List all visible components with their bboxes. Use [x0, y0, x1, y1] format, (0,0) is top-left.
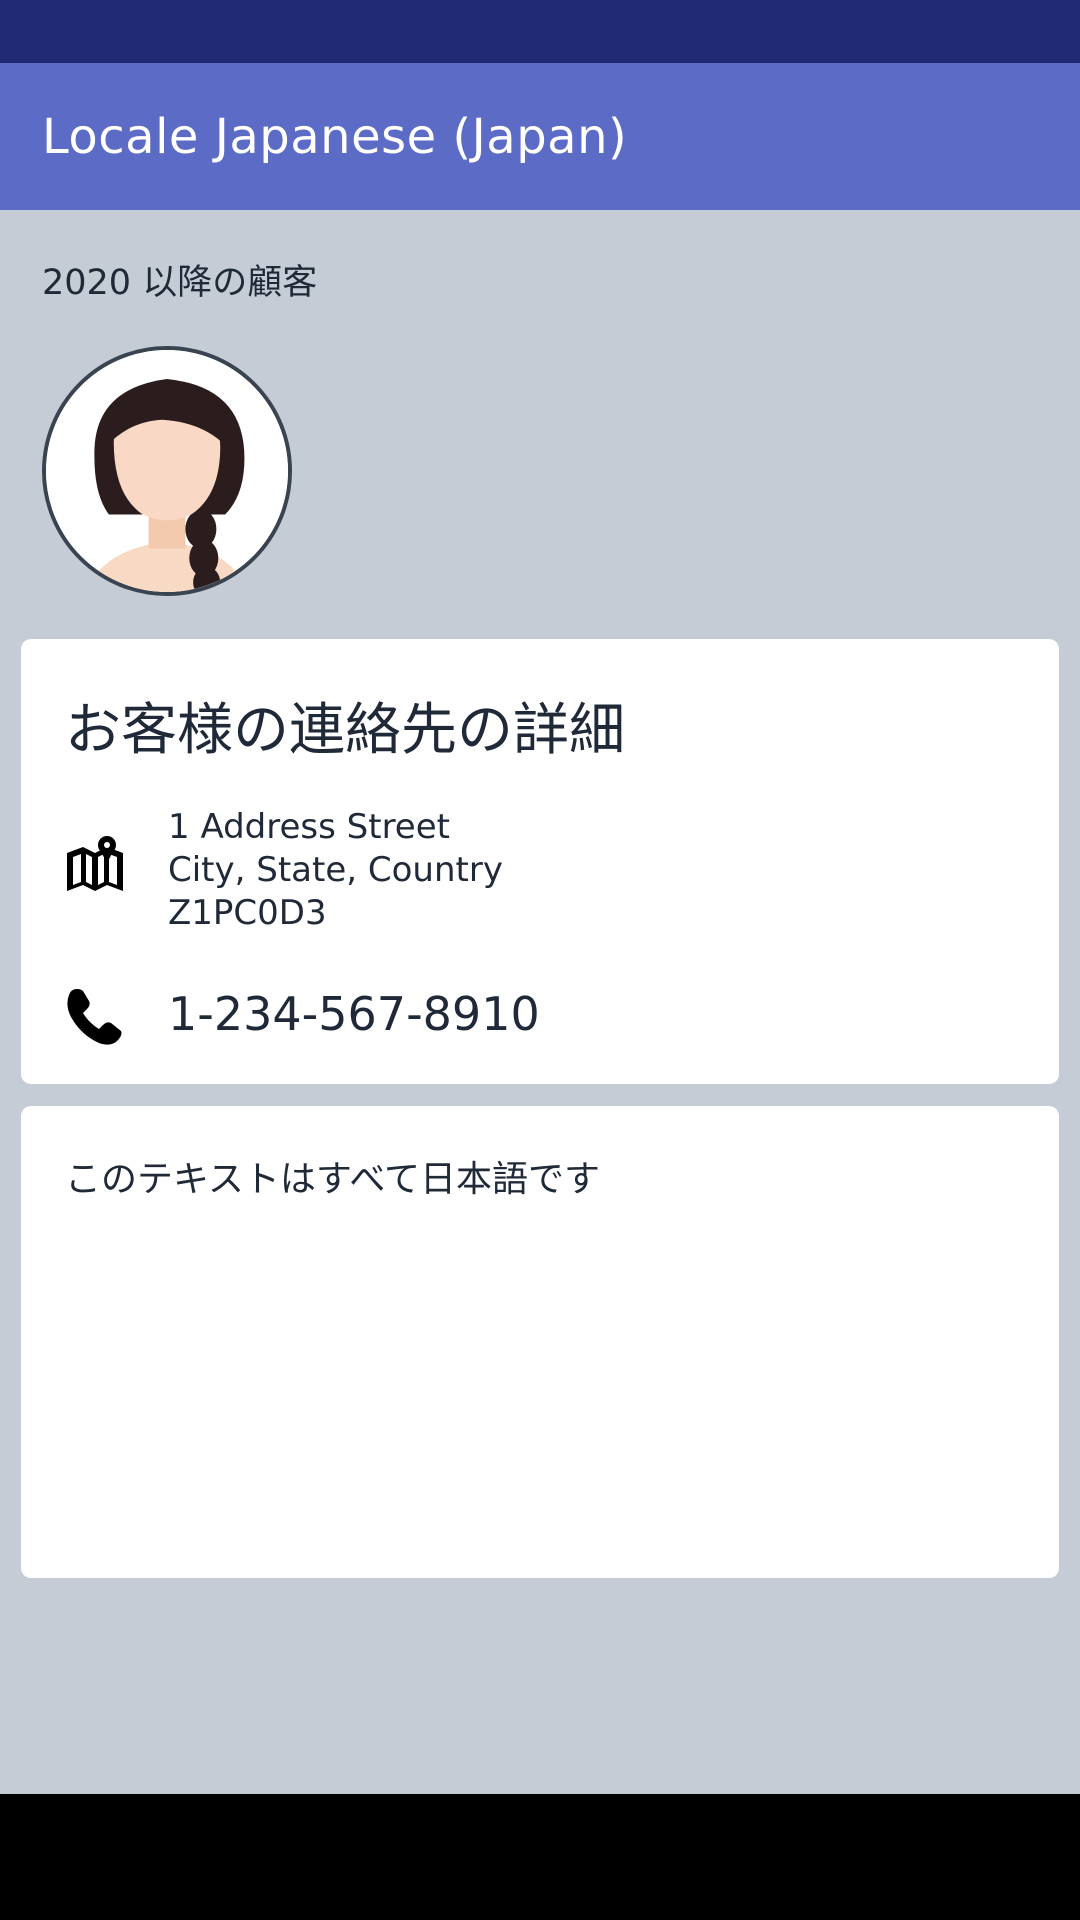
japanese-text: このテキストはすべて日本語です — [65, 1159, 600, 1200]
map-icon — [63, 835, 127, 899]
contact-card-heading: お客様の連絡先の詳細 — [65, 698, 625, 763]
address-line-2: City, State, Country — [168, 850, 503, 890]
phone-number[interactable]: 1-234-567-8910 — [168, 987, 540, 1041]
text-card: このテキストはすべて日本語です — [21, 1106, 1059, 1578]
address-line-3: Z1PC0D3 — [168, 893, 327, 933]
avatar-woman-braid-icon — [46, 350, 288, 592]
content-area: 2020 以降の顧客 お客様の連絡先の詳細 1 Address Street C… — [0, 210, 1080, 1794]
avatar — [42, 346, 292, 596]
contact-details-card: お客様の連絡先の詳細 1 Address Street City, State,… — [21, 639, 1059, 1084]
address-block: 1 Address Street City, State, Country Z1… — [168, 806, 503, 935]
status-bar — [0, 0, 1080, 63]
address-line-1: 1 Address Street — [168, 807, 450, 847]
phone-icon — [63, 985, 127, 1049]
app-title: Locale Japanese (Japan) — [42, 108, 628, 165]
navigation-bar — [0, 1794, 1080, 1920]
customer-since-text: 2020 以降の顧客 — [42, 263, 318, 303]
app-bar: Locale Japanese (Japan) — [0, 63, 1080, 210]
